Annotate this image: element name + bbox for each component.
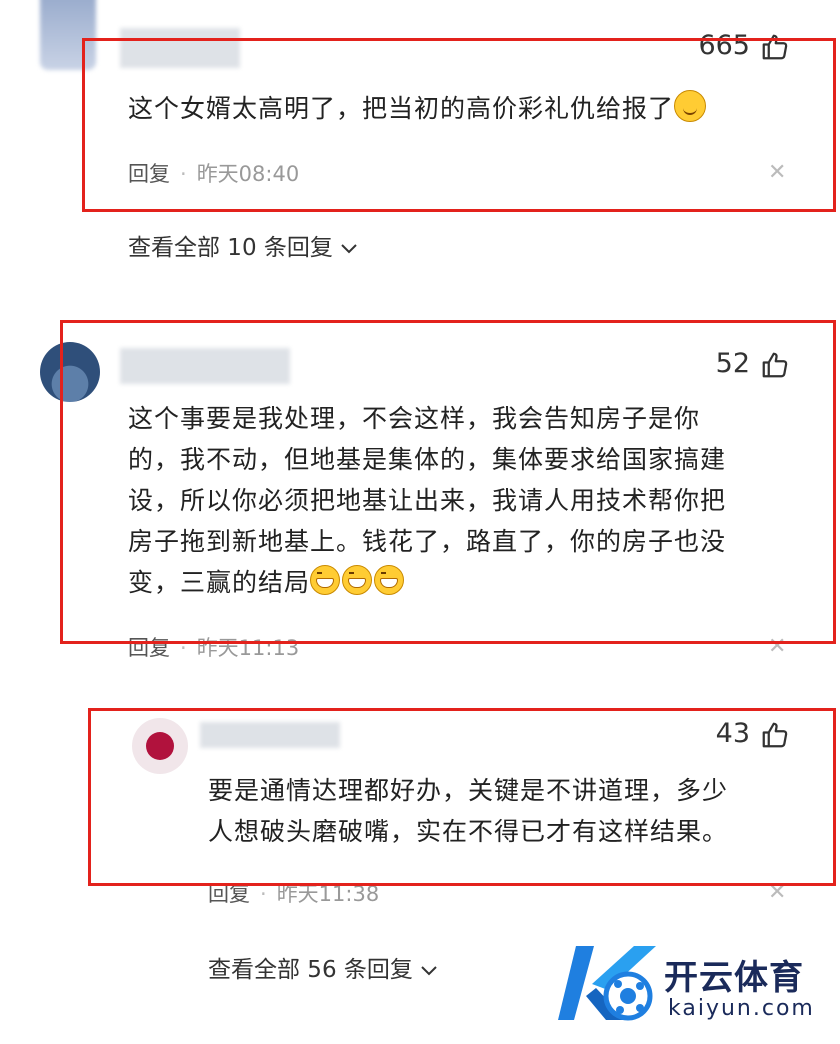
highlight-box [60, 320, 836, 644]
chevron-down-icon [341, 244, 357, 254]
highlight-box [88, 708, 836, 886]
comment-card-1: 665 这个女婿太高明了，把当初的高价彩礼仇给报了 回复 · 昨天08:40 ✕ 查… [0, 0, 840, 280]
chevron-down-icon [421, 966, 437, 976]
nested-reply: 43 要是通情达理都好办，关键是不讲道理，多少 人想破头磨破嘴，实在不得已才有这… [0, 700, 840, 920]
view-all-replies-link[interactable]: 查看全部 56 条回复 [208, 950, 438, 984]
kaiyun-logo-icon [558, 946, 656, 1021]
brand-url: kaiyun.com [668, 996, 815, 1021]
brand-name: 开云体育 [664, 958, 804, 998]
comment-card-2: 52 这个事要是我处理，不会这样，我会告知房子是你 的，我不动，但地基是集体的，… [0, 300, 840, 680]
view-all-replies-link[interactable]: 查看全部 10 条回复 [128, 228, 358, 262]
highlight-box [82, 38, 836, 212]
brand-watermark: 开云体育 kaiyun.com [556, 938, 836, 1028]
